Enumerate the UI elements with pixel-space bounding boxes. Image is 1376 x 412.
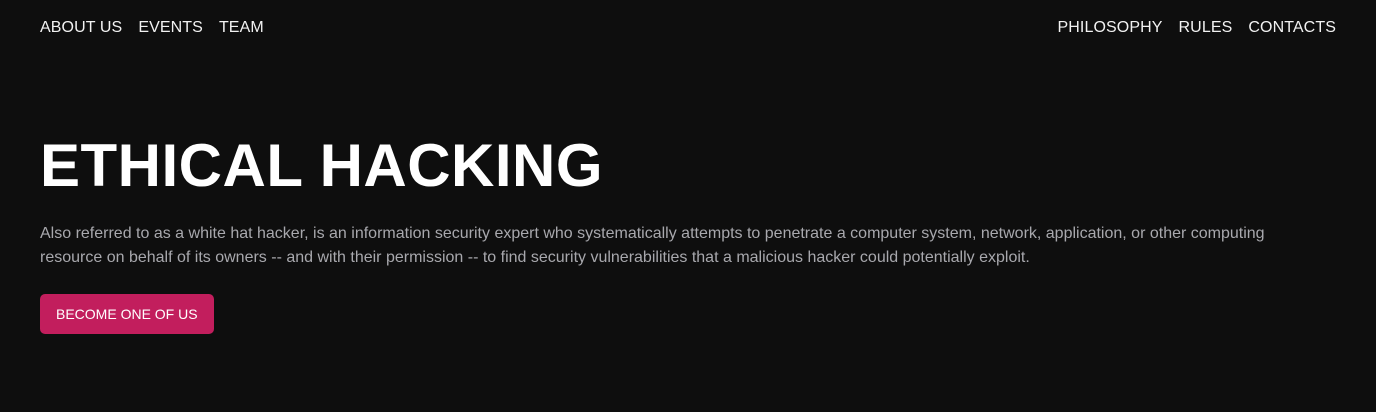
hero-section: ETHICAL HACKING Also referred to as a wh… bbox=[40, 132, 1340, 334]
nav-link-events[interactable]: EVENTS bbox=[138, 19, 203, 37]
top-navigation: ABOUT US EVENTS TEAM PHILOSOPHY RULES CO… bbox=[40, 17, 1336, 39]
become-one-of-us-button[interactable]: BECOME ONE OF US bbox=[40, 294, 214, 334]
nav-link-about-us[interactable]: ABOUT US bbox=[40, 19, 122, 37]
nav-link-team[interactable]: TEAM bbox=[219, 19, 264, 37]
hero-description: Also referred to as a white hat hacker, … bbox=[40, 225, 1265, 266]
nav-link-philosophy[interactable]: PHILOSOPHY bbox=[1057, 19, 1162, 37]
page: ABOUT US EVENTS TEAM PHILOSOPHY RULES CO… bbox=[0, 0, 1376, 412]
hero-title: ETHICAL HACKING bbox=[40, 132, 604, 199]
nav-link-rules[interactable]: RULES bbox=[1179, 19, 1233, 37]
nav-left-group: ABOUT US EVENTS TEAM bbox=[40, 19, 264, 37]
nav-right-group: PHILOSOPHY RULES CONTACTS bbox=[1057, 19, 1336, 37]
nav-link-contacts[interactable]: CONTACTS bbox=[1248, 19, 1336, 37]
